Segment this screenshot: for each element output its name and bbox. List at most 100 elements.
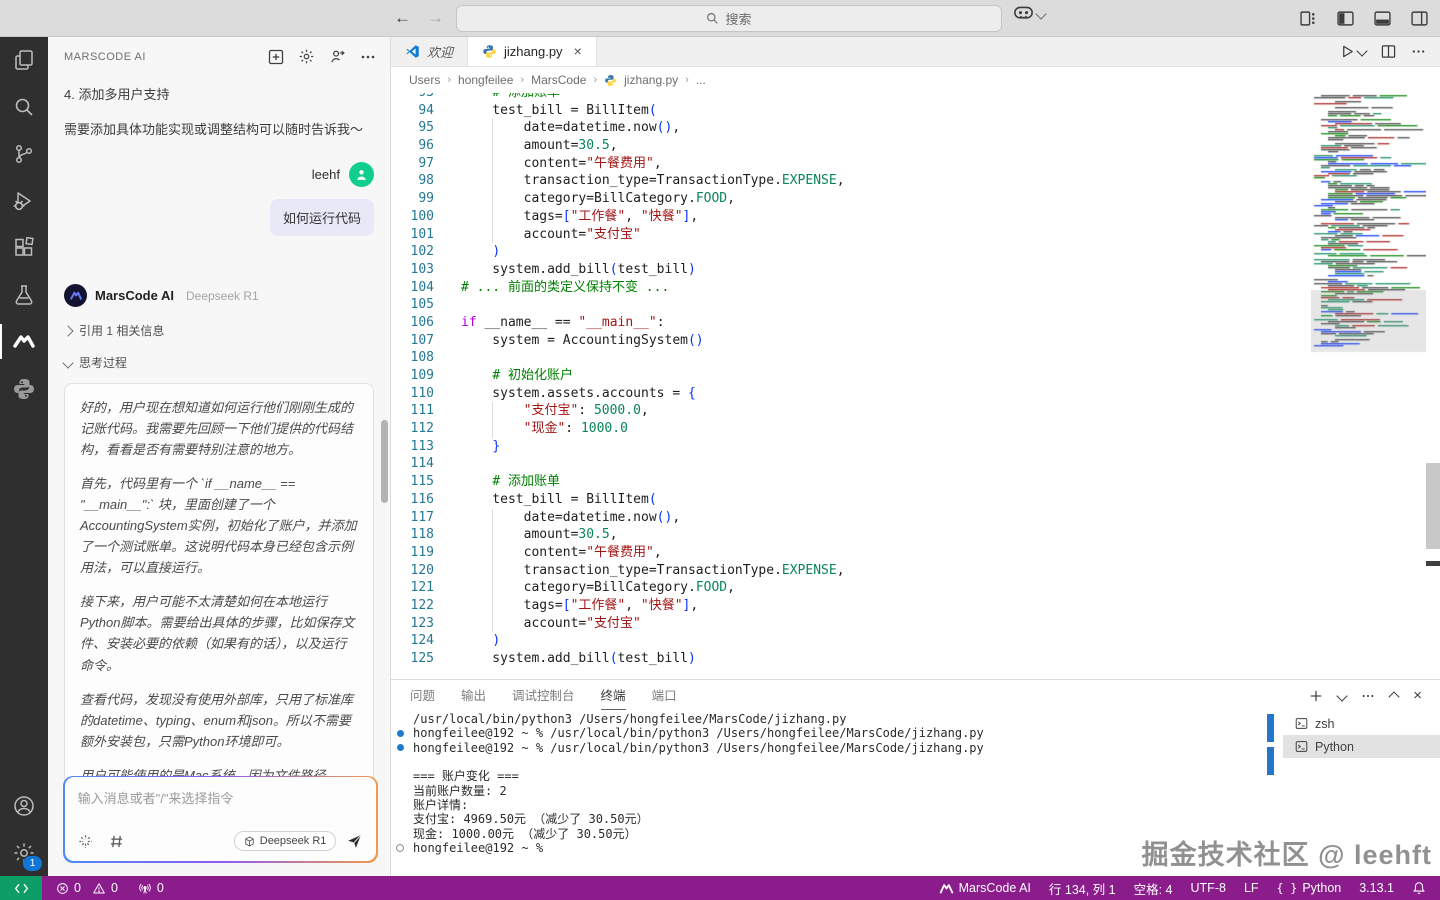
code-line: 120 transaction_type=TransactionType.EXP… [391,562,1440,580]
sidebar-item-marscode[interactable] [0,318,48,365]
bell-icon[interactable] [1412,881,1426,895]
code-line: 109 # 初始化账户 [391,367,1440,385]
sidebar-item-explorer[interactable] [0,36,48,83]
sidebar-item-python[interactable] [0,365,48,412]
chat-settings-icon[interactable] [298,48,315,65]
code-editor[interactable]: 93 # 添加账单94 test_bill = BillItem(95 date… [391,93,1440,679]
line-number: 93 [391,93,434,102]
split-editor-icon[interactable] [1381,44,1396,59]
sparkle-icon[interactable] [78,834,93,849]
thinking-toggle[interactable]: 思考过程 [64,354,374,371]
breadcrumb[interactable]: Users› hongfeilee› MarsCode› jizhang.py›… [391,67,1440,93]
avatar [349,162,374,187]
more-icon[interactable] [360,49,376,65]
terminal-dropdown-icon[interactable] [1337,690,1348,701]
panel-tab-3[interactable]: 调试控制台 [512,680,575,710]
scrollbar-thumb[interactable] [1426,463,1440,549]
marscode-status[interactable]: MarsCode AI [939,881,1031,895]
editor-scrollbar[interactable] [1426,93,1440,679]
assistant-model: Deepseek R1 [186,289,259,303]
model-selector-button[interactable]: Deepseek R1 [234,831,337,851]
toggle-secondary-sidebar-icon[interactable] [1411,10,1428,27]
code-line: 117 date=datetime.now(), [391,509,1440,527]
chevron-right-icon [62,325,73,336]
line-number: 123 [391,615,434,633]
python-file-icon [482,44,497,59]
command-center-search[interactable]: 搜索 [456,5,1002,32]
panel-tab-2[interactable]: 输出 [461,680,486,710]
broadcast-indicator[interactable]: 0 [138,881,164,895]
code-line: 101 account="支付宝" [391,226,1440,244]
code-line: 108 [391,349,1440,367]
close-icon[interactable]: × [574,43,582,59]
terminal-line: 支付宝: 4969.50元 （减少了 30.50元） [391,812,1260,826]
line-number: 122 [391,597,434,615]
more-icon[interactable] [1361,689,1375,703]
new-chat-icon[interactable] [268,49,284,65]
code-line: 124 ) [391,632,1440,650]
settings-badge: 1 [23,856,42,871]
remote-indicator[interactable] [0,876,42,900]
panel-tab-5[interactable]: 端口 [652,680,677,710]
python-version[interactable]: 3.13.1 [1359,881,1394,895]
tab-bar: 欢迎 jizhang.py × [391,36,1440,67]
run-button[interactable] [1340,44,1366,59]
activity-bar: 1 [0,36,48,876]
panel-tab-4[interactable]: 终端 [601,680,626,710]
hash-icon[interactable] [109,834,124,849]
profile-share-icon[interactable] [329,48,346,65]
terminal-list-item-python[interactable]: Python [1283,735,1440,758]
encoding[interactable]: UTF-8 [1191,881,1226,895]
sidebar-item-search[interactable] [0,83,48,130]
close-panel-icon[interactable]: × [1413,687,1422,704]
line-number: 125 [391,650,434,668]
eol-selector[interactable]: LF [1244,881,1259,895]
marscode-icon [939,882,954,895]
more-icon[interactable] [1411,44,1426,59]
sidebar-item-testing[interactable] [0,271,48,318]
sidebar-item-run-debug[interactable] [0,177,48,224]
line-number: 100 [391,208,434,226]
maximize-panel-icon[interactable] [1389,691,1400,702]
layout-customize-icon[interactable] [1300,10,1317,27]
minimap[interactable] [1311,93,1426,355]
account-button[interactable] [0,782,48,829]
toggle-sidebar-icon[interactable] [1337,10,1354,27]
language-mode[interactable]: { } Python [1277,881,1342,895]
reference-toggle[interactable]: 引用 1 相关信息 [64,322,374,339]
indentation[interactable]: 空格: 4 [1134,879,1173,898]
line-number: 109 [391,367,434,385]
tab-jizhang-py[interactable]: jizhang.py × [468,36,597,66]
code-line: 123 account="支付宝" [391,615,1440,633]
code-line: 105 [391,296,1440,314]
debug-icon [12,189,36,213]
terminal-line: hongfeilee@192 ~ % /usr/local/bin/python… [391,741,1260,755]
chat-input[interactable]: 输入消息或者"/"来选择指令 [78,788,364,807]
chat-history-item[interactable]: 4. 添加多用户支持 [64,84,374,103]
sidebar-item-extensions[interactable] [0,224,48,271]
tab-welcome[interactable]: 欢迎 [391,36,468,66]
line-number: 116 [391,491,434,509]
copilot-menu[interactable] [1014,6,1045,21]
terminal-list-item-zsh[interactable]: zsh [1283,712,1440,735]
panel-tab-1[interactable]: 问题 [410,680,435,710]
sidebar-item-source-control[interactable] [0,130,48,177]
cursor-position[interactable]: 行 134, 列 1 [1049,879,1116,898]
sidebar-scrollbar[interactable] [381,420,388,503]
code-line: 115 # 添加账单 [391,473,1440,491]
line-number: 103 [391,261,434,279]
reference-label: 引用 1 相关信息 [79,322,164,339]
chat-input-container: 输入消息或者"/"来选择指令 Deepseek R1 [63,776,378,863]
back-arrow-icon[interactable]: ← [394,8,411,28]
terminal-output[interactable]: /usr/local/bin/python3 /Users/hongfeilee… [391,712,1260,876]
error-icon [56,882,69,895]
code-line: 107 system = AccountingSystem() [391,332,1440,350]
new-terminal-icon[interactable] [1309,689,1323,703]
problems-indicator[interactable]: 0 0 [56,881,118,895]
send-icon[interactable] [346,833,363,850]
line-number: 105 [391,296,434,314]
toggle-panel-icon[interactable] [1374,10,1391,27]
line-number: 94 [391,102,434,120]
settings-button[interactable]: 1 [0,829,48,876]
line-number: 102 [391,243,434,261]
